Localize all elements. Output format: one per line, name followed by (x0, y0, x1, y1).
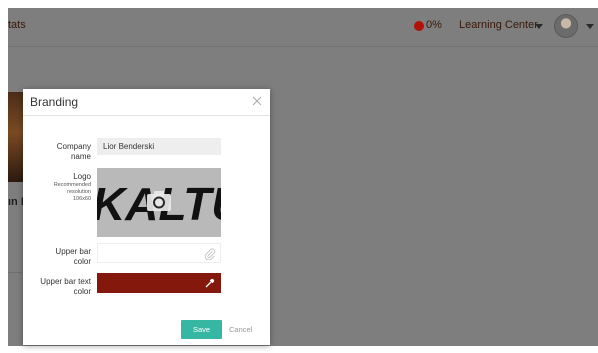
logo-hint-line: resolution (67, 189, 91, 195)
logo-hint-line: 106x60 (72, 196, 91, 202)
dialog-title: Branding (30, 95, 79, 109)
card-thumbnail[interactable] (8, 92, 24, 182)
company-name-label-line: Company (56, 142, 91, 151)
progress-text[interactable]: 0% (426, 19, 442, 31)
upper-bar-text-color-label-line: color (73, 287, 91, 296)
page-title: tats (8, 19, 26, 31)
caret-down-icon[interactable] (586, 24, 594, 29)
logo-upload[interactable]: KALTU (97, 168, 221, 237)
logo-label: Logo (73, 172, 91, 181)
dialog-header: Branding (23, 89, 270, 116)
save-button[interactable]: Save (181, 320, 222, 339)
learning-center-link[interactable]: Learning Center (459, 19, 538, 31)
upper-bar-color-label-line: color (73, 257, 91, 266)
card-divider (8, 272, 22, 273)
upper-bar-text-color-label-line: Upper bar text (40, 277, 91, 286)
company-name-label: Company name (43, 142, 91, 162)
company-name-input[interactable] (97, 138, 221, 155)
upper-bar-color-label-line: Upper bar (55, 247, 91, 256)
branding-dialog: Branding Company name Logo Recommended r… (23, 89, 270, 345)
upper-bar-color-label: Upper bar color (43, 247, 91, 267)
camera-icon[interactable] (146, 190, 172, 212)
cancel-button[interactable]: Cancel (229, 325, 252, 334)
progress-indicator-icon[interactable] (414, 21, 424, 31)
company-name-label-line: name (70, 152, 91, 161)
eyedropper-icon[interactable] (204, 277, 216, 289)
header-divider (8, 46, 598, 47)
top-bar: tats 0% Learning Center (8, 8, 598, 46)
card-title[interactable]: ın I (8, 196, 24, 208)
upper-bar-text-color-label: Upper bar text color (33, 277, 91, 297)
logo-hint-line: Recommended (53, 182, 91, 188)
close-icon[interactable] (252, 96, 262, 106)
avatar[interactable] (554, 14, 578, 38)
caret-down-icon[interactable] (535, 24, 543, 29)
logo-hint: Recommended resolution 106x60 (43, 182, 91, 203)
paperclip-icon[interactable] (204, 248, 216, 260)
upper-bar-text-color-picker[interactable] (97, 273, 221, 293)
upper-bar-color-picker[interactable] (97, 243, 221, 263)
